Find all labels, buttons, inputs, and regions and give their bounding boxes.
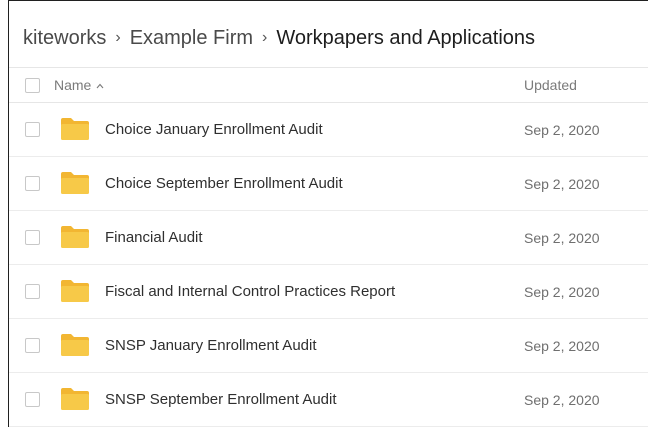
chevron-up-icon xyxy=(96,83,104,89)
updated-date: Sep 2, 2020 xyxy=(524,391,600,408)
list-item[interactable]: SNSP January Enrollment Audit Sep 2, 202… xyxy=(9,319,648,373)
list-item[interactable]: SNSP September Enrollment Audit Sep 2, 2… xyxy=(9,373,648,427)
folder-name: Choice January Enrollment Audit xyxy=(105,121,323,138)
column-header-name[interactable]: Name xyxy=(54,77,104,93)
row-checkbox[interactable] xyxy=(25,176,40,191)
folder-name: SNSP January Enrollment Audit xyxy=(105,337,317,354)
updated-date: Sep 2, 2020 xyxy=(524,121,600,138)
column-header-updated[interactable]: Updated xyxy=(524,77,577,93)
folder-name: Financial Audit xyxy=(105,229,203,246)
list-item[interactable]: Choice January Enrollment Audit Sep 2, 2… xyxy=(9,103,648,157)
updated-date: Sep 2, 2020 xyxy=(524,175,600,192)
folder-name: Fiscal and Internal Control Practices Re… xyxy=(105,283,396,300)
list-item[interactable]: Financial Audit Sep 2, 2020 xyxy=(9,211,648,265)
folder-name: Choice September Enrollment Audit xyxy=(105,175,343,192)
row-checkbox[interactable] xyxy=(25,338,40,353)
select-all-checkbox[interactable] xyxy=(25,77,40,93)
folder-icon xyxy=(61,388,89,410)
folder-icon xyxy=(61,280,89,302)
breadcrumb-item-example-firm[interactable]: Example Firm xyxy=(130,27,253,50)
breadcrumb: kiteworks › Example Firm › Workpapers an… xyxy=(23,27,535,50)
updated-date: Sep 2, 2020 xyxy=(524,337,600,354)
row-checkbox[interactable] xyxy=(25,122,40,137)
folder-icon xyxy=(61,334,89,356)
list-item[interactable]: Choice September Enrollment Audit Sep 2,… xyxy=(9,157,648,211)
column-header-name-label: Name xyxy=(54,77,92,93)
row-checkbox[interactable] xyxy=(25,392,40,407)
folder-icon xyxy=(61,172,89,194)
folder-icon xyxy=(61,118,89,140)
table-header: Name Updated xyxy=(9,67,648,103)
breadcrumb-item-kiteworks[interactable]: kiteworks xyxy=(23,27,106,50)
folder-list: Choice January Enrollment Audit Sep 2, 2… xyxy=(9,103,648,427)
file-browser-panel: kiteworks › Example Firm › Workpapers an… xyxy=(8,0,648,427)
row-checkbox[interactable] xyxy=(25,284,40,299)
breadcrumb-separator-icon: › xyxy=(115,28,121,46)
breadcrumb-item-current: Workpapers and Applications xyxy=(276,27,536,49)
folder-name: SNSP September Enrollment Audit xyxy=(105,391,337,408)
breadcrumb-separator-icon: › xyxy=(262,28,268,46)
updated-date: Sep 2, 2020 xyxy=(524,229,600,246)
updated-date: Sep 2, 2020 xyxy=(524,283,600,300)
list-item[interactable]: Fiscal and Internal Control Practices Re… xyxy=(9,265,648,319)
folder-icon xyxy=(61,226,89,248)
row-checkbox[interactable] xyxy=(25,230,40,245)
